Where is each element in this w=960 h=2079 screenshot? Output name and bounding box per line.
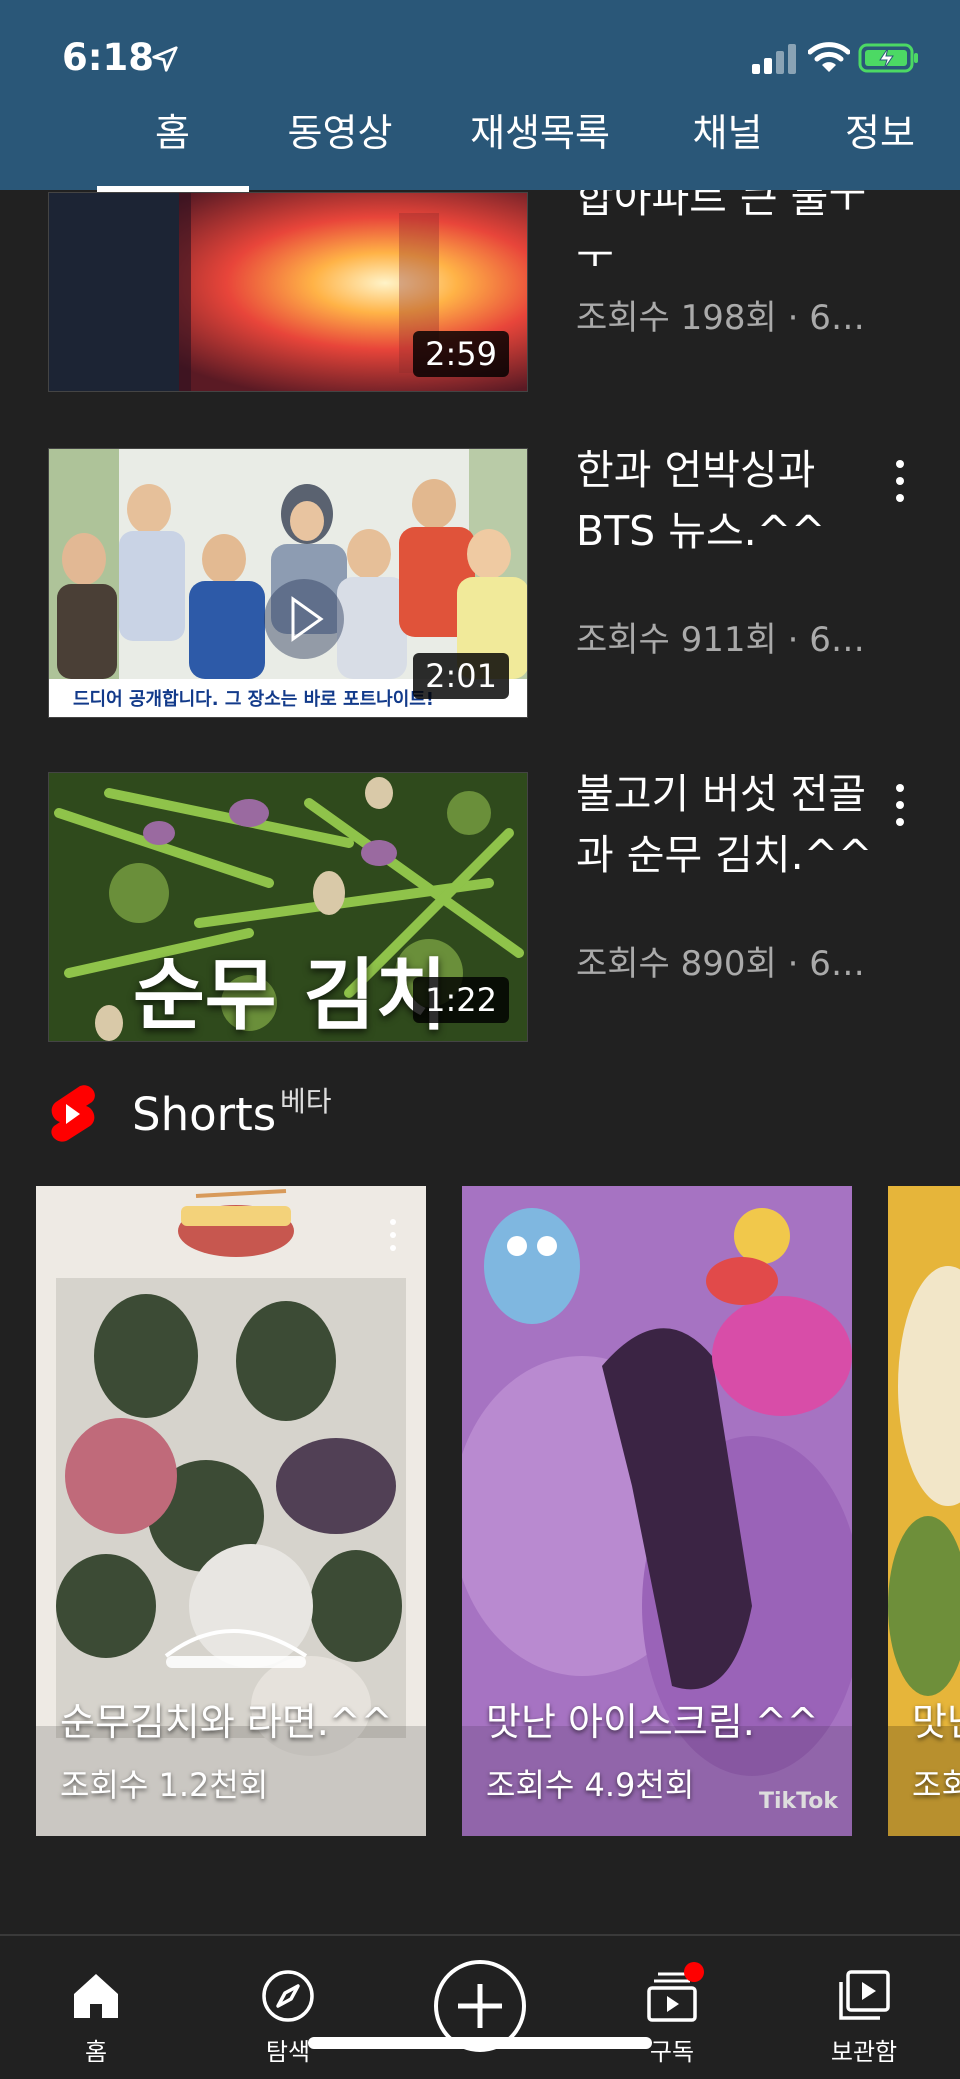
compass-icon [262, 1970, 314, 2022]
video-item[interactable]: 드디어 공개합니다. 그 장소는 바로 포트나이트! 2:01 한과 언박싱과 … [0, 440, 960, 730]
nav-label: 구독 [649, 2038, 695, 2066]
tab-videos[interactable]: 동영상 [270, 96, 410, 190]
cellular-signal-icon [752, 44, 796, 74]
tab-home[interactable]: 홈 [110, 96, 235, 190]
channel-header: 6:18 홈 동영상 재생목록 채널 정보 [0, 0, 960, 190]
channel-tabs: 홈 동영상 재생목록 채널 정보 [0, 96, 960, 190]
more-options-icon[interactable] [888, 782, 912, 828]
home-icon [74, 1974, 118, 2018]
short-title: 맛난 [912, 1700, 960, 1744]
nav-label: 홈 [84, 2038, 108, 2066]
short-card[interactable]: 맛난 조회 [888, 1186, 960, 1836]
short-card[interactable]: TikTok 맛난 아이스크림.^^ 조회수 4.9천회 [462, 1186, 852, 1836]
subscriptions-icon [647, 1962, 704, 2022]
video-thumbnail[interactable]: 2:59 [48, 192, 528, 392]
video-meta: 조회수 198회 · 6… [576, 298, 865, 338]
thumbnail-caption: 드디어 공개합니다. 그 장소는 바로 포트나이트! [73, 689, 435, 710]
shorts-section-title: Shorts [132, 1088, 277, 1141]
nav-home[interactable]: 홈 [26, 1968, 166, 2068]
video-meta: 조회수 911회 · 6… [576, 620, 865, 660]
nav-library[interactable]: 보관함 [794, 1968, 934, 2068]
video-meta: 조회수 890회 · 6… [576, 944, 865, 984]
status-time: 6:18 [62, 36, 155, 79]
nav-subscriptions[interactable]: 구독 [602, 1962, 742, 2068]
short-card[interactable]: 순무김치와 라면.^^ 조회수 1.2천회 [36, 1186, 426, 1836]
library-icon [839, 1970, 890, 2020]
video-item[interactable]: 순무 김치 1:22 불고기 버섯 전골과 순무 김치.^^ 조회수 890회 … [0, 764, 960, 1054]
video-title[interactable]: 한과 언박싱과 BTS 뉴스.^^ [576, 440, 876, 562]
short-title: 맛난 아이스크림.^^ [486, 1700, 819, 1744]
video-thumbnail[interactable]: 순무 김치 1:22 [48, 772, 528, 1042]
video-duration: 1:22 [413, 977, 509, 1023]
short-views: 조회 [912, 1766, 960, 1804]
short-views: 조회수 4.9천회 [486, 1766, 695, 1804]
location-arrow-icon [152, 46, 178, 72]
nav-explore[interactable]: 탐색 [218, 1968, 358, 2068]
bottom-navigation: 홈 탐색 구독 보관함 [0, 1934, 960, 2079]
video-title[interactable]: 불고기 버섯 전골과 순무 김치.^^ [576, 764, 876, 886]
short-title: 순무김치와 라면.^^ [60, 1700, 393, 1744]
video-duration: 2:59 [413, 331, 509, 377]
nav-label: 탐색 [265, 2038, 311, 2066]
nav-label: 보관함 [830, 2038, 898, 2066]
video-thumbnail[interactable]: 드디어 공개합니다. 그 장소는 바로 포트나이트! 2:01 [48, 448, 528, 718]
home-indicator[interactable] [308, 2037, 652, 2049]
tab-playlists[interactable]: 재생목록 [450, 96, 630, 190]
tab-about[interactable]: 정보 [825, 96, 935, 190]
more-options-icon[interactable] [888, 458, 912, 504]
tiktok-watermark: TikTok [758, 1789, 838, 1814]
short-more-icon[interactable] [388, 1218, 398, 1252]
active-tab-indicator [97, 186, 249, 192]
tab-channels[interactable]: 채널 [665, 96, 790, 190]
thumbnail-caption: 순무 김치 [133, 951, 448, 1041]
wifi-icon [808, 42, 850, 72]
battery-charging-icon [858, 43, 918, 73]
shorts-logo-icon [51, 1085, 95, 1142]
video-duration: 2:01 [413, 653, 509, 699]
short-views: 조회수 1.2천회 [60, 1766, 269, 1804]
shorts-beta-badge: 베타 [280, 1085, 332, 1118]
